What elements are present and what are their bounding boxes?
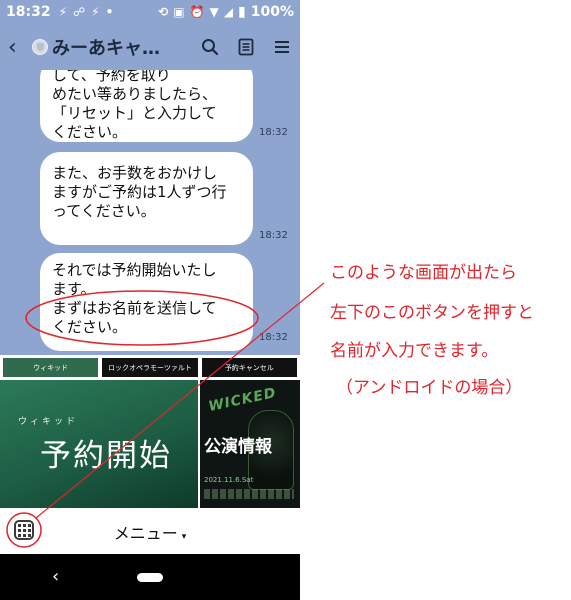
rich-menu-tabs: ウィキッド ロックオペラモーツァルト 予約キャンセル bbox=[0, 355, 300, 380]
message-line: して、予約を取り bbox=[52, 70, 171, 84]
status-bar: 18:32 ⚡ ☍ ⚡ • ⟲ ▣ ⏰ ▼ ◢ ▮ 100% bbox=[0, 0, 300, 24]
notification-icon: ⚡ bbox=[58, 5, 68, 19]
battery-level: 100% bbox=[250, 4, 294, 20]
caret-down-icon: ▾ bbox=[181, 532, 187, 542]
battery-icon: ▮ bbox=[238, 4, 246, 20]
annotation-line: 左下のこのボタンを押すと bbox=[330, 303, 534, 323]
status-time: 18:32 bbox=[6, 4, 51, 20]
nav-back-icon[interactable]: ‹ bbox=[52, 566, 59, 587]
annotation-line: （アンドロイドの場合） bbox=[336, 378, 523, 398]
message-time: 18:32 bbox=[259, 230, 288, 241]
venue-details bbox=[204, 489, 294, 499]
bottom-bar: メニュー ▾ bbox=[0, 508, 300, 554]
message-time: 18:32 bbox=[259, 127, 288, 138]
menu-icon[interactable] bbox=[272, 37, 292, 57]
message-line: 「リセット」と入力して bbox=[52, 104, 217, 122]
message-line: ます。 bbox=[52, 280, 96, 298]
system-nav-bar: ‹ bbox=[0, 554, 300, 600]
annotation-line: このような画面が出たら bbox=[330, 263, 517, 283]
tab-cancel-reservation[interactable]: 予約キャンセル bbox=[200, 357, 298, 378]
official-shield-icon bbox=[32, 39, 48, 55]
message-line: それでは予約開始いたし bbox=[52, 261, 217, 279]
home-pill-icon[interactable] bbox=[137, 573, 163, 582]
message-bubble: して、予約を取り めたい等ありましたら、 「リセット」と入力して ください。 bbox=[40, 70, 253, 142]
signal-icon: ◢ bbox=[223, 5, 234, 19]
chat-header: ‹ みーあキャ… bbox=[0, 24, 300, 70]
message-bubble: また、お手数をおかけし ますがご予約は1人ずつ行 ってください。 bbox=[40, 152, 253, 245]
annotation-line: 名前が入力できます。 bbox=[330, 341, 499, 361]
performance-date: 2021.11.6.Sat bbox=[204, 476, 254, 484]
cast-icon: ▣ bbox=[173, 5, 185, 19]
message-line: また、お手数をおかけし bbox=[52, 164, 218, 182]
dot-icon: • bbox=[105, 5, 114, 19]
message-bubble: それでは予約開始いたし ます。 まずはお名前を送信して ください。 bbox=[40, 253, 253, 351]
menu-label: メニュー bbox=[113, 524, 178, 543]
message-line: ますがご予約は1人ずつ行 bbox=[52, 183, 227, 201]
alarm-icon: ⏰ bbox=[189, 5, 205, 19]
note-icon[interactable] bbox=[236, 37, 256, 57]
message-time: 18:32 bbox=[259, 332, 288, 343]
search-icon[interactable] bbox=[200, 37, 220, 57]
rich-menu: ウィキッド ロックオペラモーツァルト 予約キャンセル ウィキッド 予約開始 WI… bbox=[0, 355, 300, 508]
rich-menu-title: 予約開始 bbox=[40, 438, 172, 474]
start-reservation-button[interactable]: ウィキッド 予約開始 bbox=[0, 380, 198, 508]
tab-wicked[interactable]: ウィキッド bbox=[2, 357, 100, 378]
performance-info-label: 公演情報 bbox=[204, 437, 272, 457]
chat-title[interactable]: みーあキャ… bbox=[52, 34, 160, 60]
rich-menu-subtitle: ウィキッド bbox=[18, 417, 79, 427]
back-icon[interactable]: ‹ bbox=[8, 35, 32, 60]
message-line: ください。 bbox=[52, 123, 128, 141]
message-line: まずはお名前を送信して bbox=[52, 299, 217, 317]
performance-info-button[interactable]: WICKED 公演情報 2021.11.6.Sat bbox=[200, 380, 300, 508]
missed-call-icon: ☍ bbox=[73, 5, 86, 19]
wifi-icon: ▼ bbox=[209, 5, 219, 19]
phone-screen: 18:32 ⚡ ☍ ⚡ • ⟲ ▣ ⏰ ▼ ◢ ▮ 100% ‹ みーあキャ… bbox=[0, 0, 300, 600]
message-line: ください。 bbox=[52, 318, 128, 336]
message-line: ってください。 bbox=[52, 202, 156, 220]
message-line: めたい等ありましたら、 bbox=[52, 85, 218, 103]
menu-toggle[interactable]: メニュー ▾ bbox=[0, 520, 300, 544]
notification-icon: ⚡ bbox=[91, 5, 100, 19]
tab-rock-opera-mozart[interactable]: ロックオペラモーツァルト bbox=[101, 357, 199, 378]
message-list[interactable]: して、予約を取り めたい等ありましたら、 「リセット」と入力して ください。 1… bbox=[0, 70, 300, 355]
rotate-icon: ⟲ bbox=[158, 5, 169, 19]
